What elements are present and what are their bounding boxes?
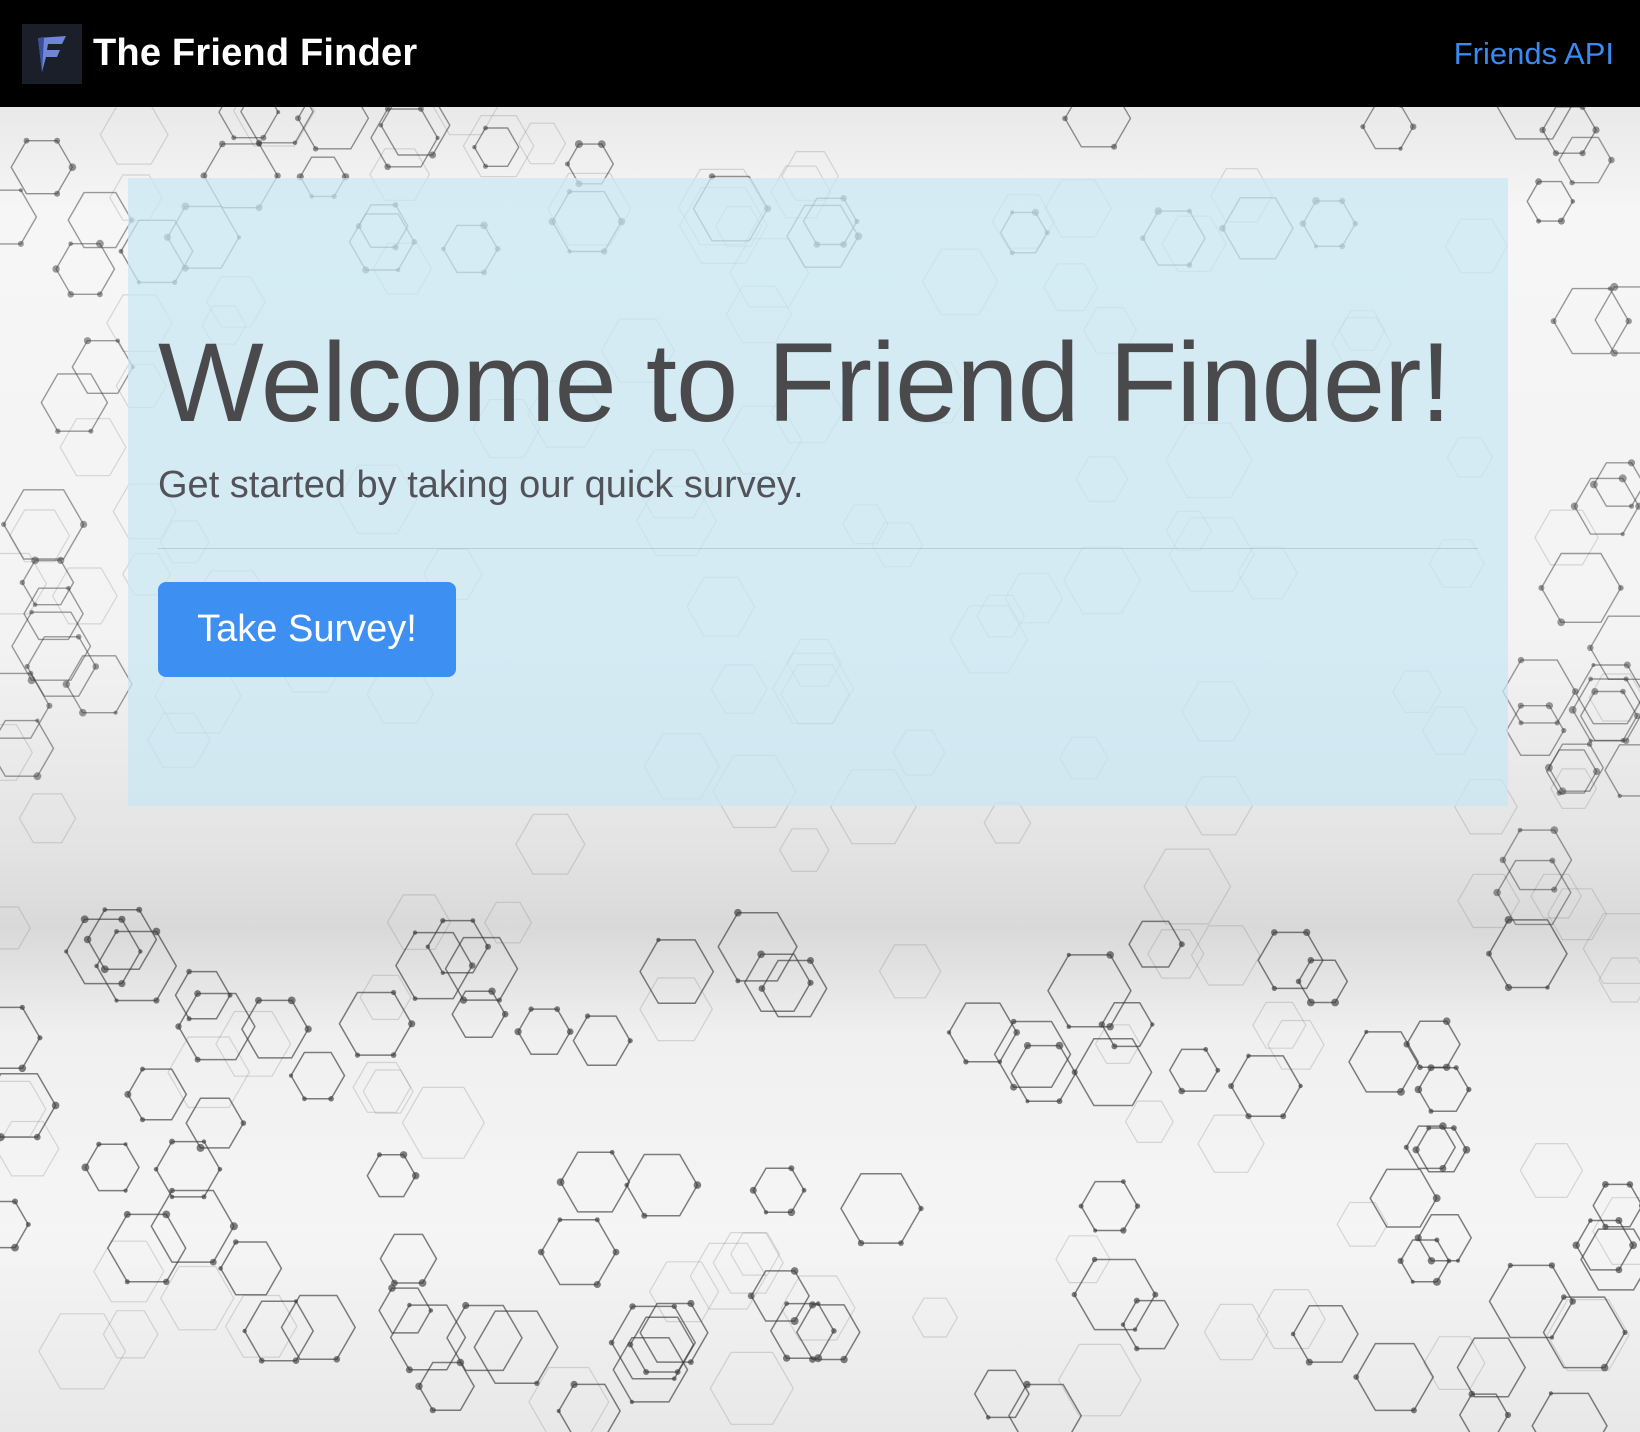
friends-api-link[interactable]: Friends API: [1454, 36, 1614, 72]
lead-text: Get started by taking our quick survey.: [158, 464, 804, 506]
welcome-heading: Welcome to Friend Finder!: [158, 320, 1452, 445]
take-survey-button[interactable]: Take Survey!: [158, 582, 456, 677]
navbar: The Friend Finder Friends API: [0, 0, 1640, 107]
divider: [158, 548, 1478, 549]
brand-link[interactable]: The Friend Finder: [22, 23, 418, 84]
friend-finder-logo-icon: [22, 23, 82, 84]
brand-title: The Friend Finder: [93, 32, 418, 74]
jumbotron: Welcome to Friend Finder! Get started by…: [128, 178, 1508, 806]
